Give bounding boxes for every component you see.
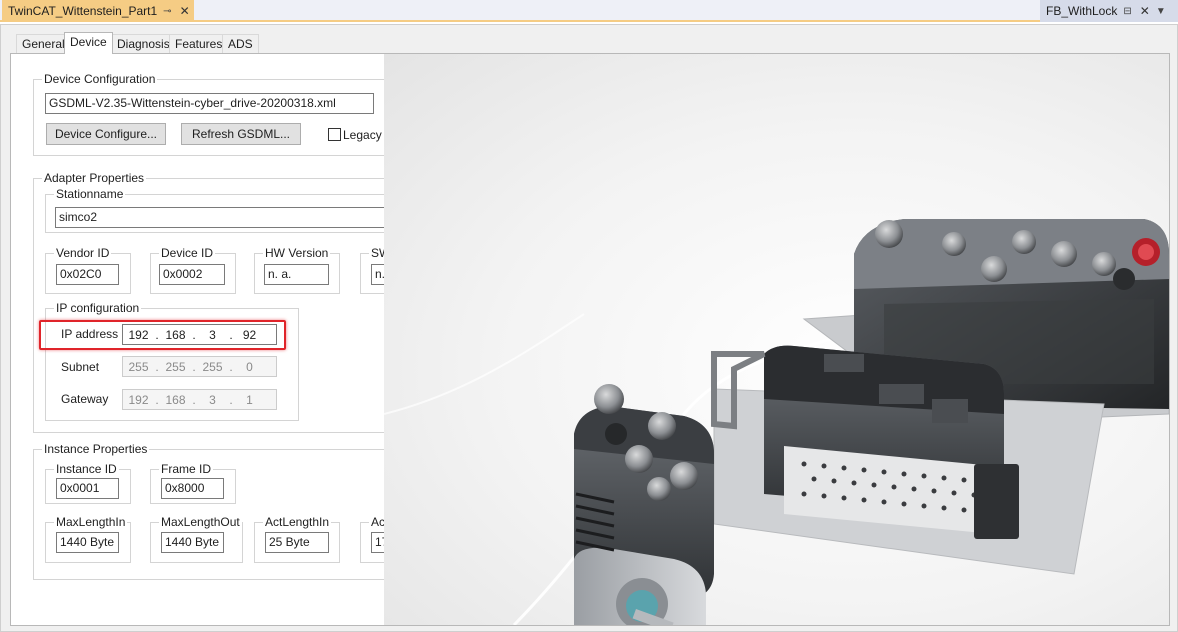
tab-features[interactable]: Features	[169, 34, 229, 54]
hw-version-legend: HW Version	[265, 246, 329, 260]
gateway-octet-1: 192	[128, 392, 149, 407]
instance-id-legend: Instance ID	[56, 462, 117, 476]
dropdown-arrow-icon[interactable]: ▼	[1156, 6, 1166, 17]
tab-general-label: General	[22, 37, 65, 51]
doc-tab-inactive-label: FB_WithLock	[1046, 4, 1118, 18]
ip-configuration-legend: IP configuration	[56, 301, 140, 315]
legacy-config-checkbox[interactable]	[328, 128, 341, 141]
max-length-out-field[interactable]: 1440 Byte	[161, 532, 224, 553]
gateway-octet-4: 1	[246, 392, 253, 407]
device-configuration-legend: Device Configuration	[44, 72, 156, 86]
servo-drive-illustration	[384, 219, 1169, 625]
tab-device-label: Device	[70, 35, 107, 49]
tab-ads-label: ADS	[228, 37, 253, 51]
pin-icon[interactable]: ⊟	[1123, 6, 1131, 17]
frame-id-legend: Frame ID	[161, 462, 212, 476]
adapter-properties-legend: Adapter Properties	[44, 171, 145, 185]
max-length-in-legend: MaxLengthIn	[56, 515, 126, 529]
act-length-in-field[interactable]: 25 Byte	[265, 532, 329, 553]
tab-features-label: Features	[175, 37, 223, 51]
stationname-legend: Stationname	[56, 187, 124, 201]
max-length-out-legend: MaxLengthOut	[161, 515, 240, 529]
close-icon[interactable]: ✕	[1140, 4, 1150, 18]
tab-diagnosis[interactable]: Diagnosis	[111, 34, 176, 54]
refresh-gsdml-button[interactable]: Refresh GSDML...	[181, 123, 301, 145]
subnet-octet-4: 0	[246, 359, 253, 374]
subnet-octet-3: 255	[202, 359, 223, 374]
tab-general[interactable]: General	[16, 34, 71, 54]
hw-version-field[interactable]: n. a.	[264, 264, 329, 285]
vendor-id-field[interactable]: 0x02C0	[56, 264, 119, 285]
doc-tab-active-label: TwinCAT_Wittenstein_Part1	[8, 4, 158, 18]
max-length-in-field[interactable]: 1440 Byte	[56, 532, 119, 553]
device-configure-button[interactable]: Device Configure...	[46, 123, 166, 145]
act-length-in-legend: ActLengthIn	[265, 515, 330, 529]
stationname-input[interactable]: simco2	[55, 207, 434, 228]
instance-id-field[interactable]: 0x0001	[56, 478, 119, 499]
frame-id-field[interactable]: 0x8000	[161, 478, 224, 499]
vendor-id-legend: Vendor ID	[56, 246, 110, 260]
pin-icon[interactable]: ⊸	[163, 6, 171, 17]
subnet-label: Subnet	[61, 360, 100, 374]
close-icon[interactable]: ✕	[180, 4, 190, 18]
gateway-input: 192. 168. 3. 1	[122, 389, 277, 410]
gateway-octet-3: 3	[209, 392, 216, 407]
subnet-input: 255. 255. 255. 0	[122, 356, 277, 377]
ip-address-highlight-box	[39, 320, 286, 350]
gsdml-file-field[interactable]: GSDML-V2.35-Wittenstein-cyber_drive-2020…	[45, 93, 374, 114]
tab-diagnosis-label: Diagnosis	[117, 37, 170, 51]
instance-properties-legend: Instance Properties	[44, 442, 148, 456]
tab-ads[interactable]: ADS	[222, 34, 259, 54]
gateway-octet-2: 168	[165, 392, 186, 407]
device-id-legend: Device ID	[161, 246, 214, 260]
doc-tab-active[interactable]: TwinCAT_Wittenstein_Part1 ⊸ ✕	[2, 0, 194, 22]
product-photo	[384, 54, 1169, 625]
device-id-field[interactable]: 0x0002	[159, 264, 225, 285]
subnet-octet-1: 255	[128, 359, 149, 374]
subnet-octet-2: 255	[165, 359, 186, 374]
tab-device[interactable]: Device	[64, 32, 113, 54]
doc-tab-inactive[interactable]: FB_WithLock ⊟ ✕ ▼	[1040, 0, 1178, 22]
gateway-label: Gateway	[61, 392, 109, 406]
